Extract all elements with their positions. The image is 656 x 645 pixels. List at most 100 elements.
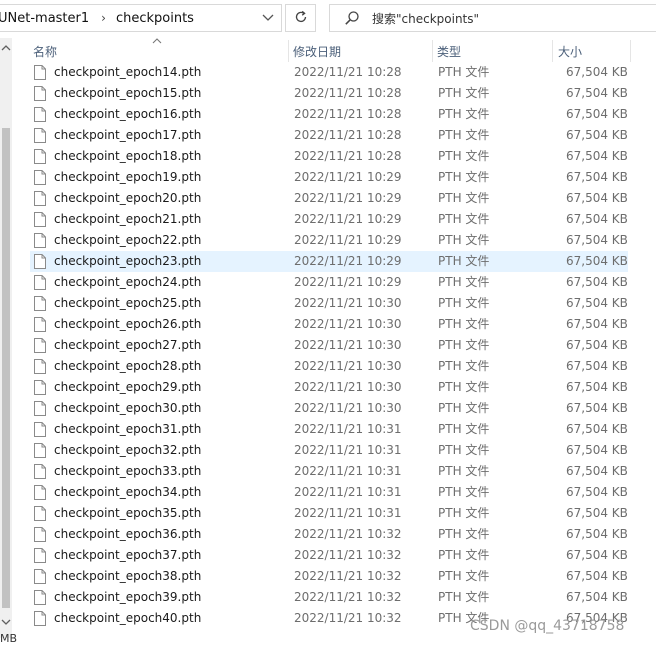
file-row[interactable]: checkpoint_epoch19.pth 2022/11/21 10:29 PT… [30,167,628,188]
column-header-size[interactable]: 大小 [558,38,582,64]
file-row[interactable]: checkpoint_epoch35.pth 2022/11/21 10:31 PT… [30,503,628,524]
file-row[interactable]: checkpoint_epoch16.pth 2022/11/21 10:28 PT… [30,104,628,125]
file-name: checkpoint_epoch15.pth [54,86,202,100]
file-modified-date: 2022/11/21 10:32 [294,527,402,541]
file-icon [34,275,46,290]
file-modified-date: 2022/11/21 10:30 [294,296,402,310]
file-name: checkpoint_epoch17.pth [54,128,202,142]
file-icon [34,359,46,374]
file-modified-date: 2022/11/21 10:32 [294,611,402,625]
file-type: PTH 文件 [438,485,490,499]
file-name: checkpoint_epoch27.pth [54,338,202,352]
vertical-scrollbar[interactable] [0,38,12,638]
file-name: checkpoint_epoch28.pth [54,359,202,373]
file-size: 67,504 KB [566,191,628,205]
file-modified-date: 2022/11/21 10:29 [294,170,402,184]
file-size: 67,504 KB [566,590,628,604]
file-size: 67,504 KB [566,443,628,457]
file-modified-date: 2022/11/21 10:29 [294,233,402,247]
file-type: PTH 文件 [438,401,490,415]
sort-ascending-icon [152,36,162,47]
file-type: PTH 文件 [438,170,490,184]
toolbar: UNet-master1 › checkpoints 搜索"checkpoint… [0,0,656,38]
file-type: PTH 文件 [438,464,490,478]
breadcrumb-parent[interactable]: UNet-master1 [0,11,89,26]
file-type: PTH 文件 [438,548,490,562]
file-icon [34,464,46,479]
file-size: 67,504 KB [566,569,628,583]
breadcrumb-current[interactable]: checkpoints [116,11,194,26]
file-modified-date: 2022/11/21 10:30 [294,401,402,415]
search-icon [344,10,360,26]
file-name: checkpoint_epoch38.pth [54,569,202,583]
file-row[interactable]: checkpoint_epoch39.pth 2022/11/21 10:32 PT… [30,587,628,608]
file-size: 67,504 KB [566,254,628,268]
file-row[interactable]: checkpoint_epoch20.pth 2022/11/21 10:29 PT… [30,188,628,209]
file-icon [34,569,46,584]
file-modified-date: 2022/11/21 10:30 [294,359,402,373]
file-row[interactable]: checkpoint_epoch36.pth 2022/11/21 10:32 PT… [30,524,628,545]
file-type: PTH 文件 [438,128,490,142]
file-icon [34,233,46,248]
column-divider[interactable] [552,40,553,62]
column-header-name[interactable]: 名称 [33,38,57,64]
file-row[interactable]: checkpoint_epoch22.pth 2022/11/21 10:29 PT… [30,230,628,251]
column-divider[interactable] [630,40,631,62]
file-type: PTH 文件 [438,359,490,373]
file-row[interactable]: checkpoint_epoch34.pth 2022/11/21 10:31 PT… [30,482,628,503]
chevron-down-icon[interactable] [261,10,275,26]
file-icon [34,443,46,458]
file-icon [34,128,46,143]
file-size: 67,504 KB [566,338,628,352]
file-row[interactable]: checkpoint_epoch18.pth 2022/11/21 10:28 PT… [30,146,628,167]
column-divider[interactable] [432,40,433,62]
arrow-down-icon[interactable] [0,614,12,630]
file-size: 67,504 KB [566,464,628,478]
file-size: 67,504 KB [566,107,628,121]
column-divider[interactable] [288,40,289,62]
file-row[interactable]: checkpoint_epoch32.pth 2022/11/21 10:31 PT… [30,440,628,461]
file-name: checkpoint_epoch19.pth [54,170,202,184]
file-modified-date: 2022/11/21 10:28 [294,86,402,100]
file-icon [34,590,46,605]
column-header-date[interactable]: 修改日期 [293,38,341,64]
file-row[interactable]: checkpoint_epoch30.pth 2022/11/21 10:30 PT… [30,398,628,419]
arrow-up-icon[interactable] [0,40,12,56]
file-icon [34,401,46,416]
file-size: 67,504 KB [566,296,628,310]
file-row[interactable]: checkpoint_epoch27.pth 2022/11/21 10:30 PT… [30,335,628,356]
file-row[interactable]: checkpoint_epoch37.pth 2022/11/21 10:32 PT… [30,545,628,566]
file-row[interactable]: checkpoint_epoch23.pth 2022/11/21 10:29 PT… [30,251,628,272]
file-row[interactable]: checkpoint_epoch17.pth 2022/11/21 10:28 PT… [30,125,628,146]
file-type: PTH 文件 [438,191,490,205]
file-size: 67,504 KB [566,422,628,436]
scrollbar-thumb[interactable] [2,128,10,608]
file-row[interactable]: checkpoint_epoch33.pth 2022/11/21 10:31 PT… [30,461,628,482]
file-list: checkpoint_epoch14.pth 2022/11/21 10:28 PT… [12,64,656,634]
file-modified-date: 2022/11/21 10:29 [294,212,402,226]
file-type: PTH 文件 [438,590,490,604]
file-name: checkpoint_epoch14.pth [54,65,202,79]
file-row[interactable]: checkpoint_epoch25.pth 2022/11/21 10:30 PT… [30,293,628,314]
file-row[interactable]: checkpoint_epoch29.pth 2022/11/21 10:30 PT… [30,377,628,398]
file-row[interactable]: checkpoint_epoch21.pth 2022/11/21 10:29 PT… [30,209,628,230]
refresh-button[interactable] [285,4,316,32]
file-name: checkpoint_epoch26.pth [54,317,202,331]
file-row[interactable]: checkpoint_epoch31.pth 2022/11/21 10:31 PT… [30,419,628,440]
column-header-type[interactable]: 类型 [437,38,461,64]
search-input[interactable]: 搜索"checkpoints" [329,4,656,32]
file-name: checkpoint_epoch32.pth [54,443,202,457]
file-row[interactable]: checkpoint_epoch15.pth 2022/11/21 10:28 PT… [30,83,628,104]
file-row[interactable]: checkpoint_epoch38.pth 2022/11/21 10:32 PT… [30,566,628,587]
file-row[interactable]: checkpoint_epoch26.pth 2022/11/21 10:30 PT… [30,314,628,335]
file-modified-date: 2022/11/21 10:31 [294,485,402,499]
file-row[interactable]: checkpoint_epoch24.pth 2022/11/21 10:29 PT… [30,272,628,293]
column-header-row: 名称 修改日期 类型 大小 [12,38,656,64]
file-size: 67,504 KB [566,170,628,184]
search-placeholder: 搜索"checkpoints" [372,11,480,26]
file-row[interactable]: checkpoint_epoch14.pth 2022/11/21 10:28 PT… [30,64,628,83]
file-row[interactable]: checkpoint_epoch28.pth 2022/11/21 10:30 PT… [30,356,628,377]
file-modified-date: 2022/11/21 10:29 [294,275,402,289]
file-icon [34,170,46,185]
address-bar[interactable]: UNet-master1 › checkpoints [0,4,282,32]
